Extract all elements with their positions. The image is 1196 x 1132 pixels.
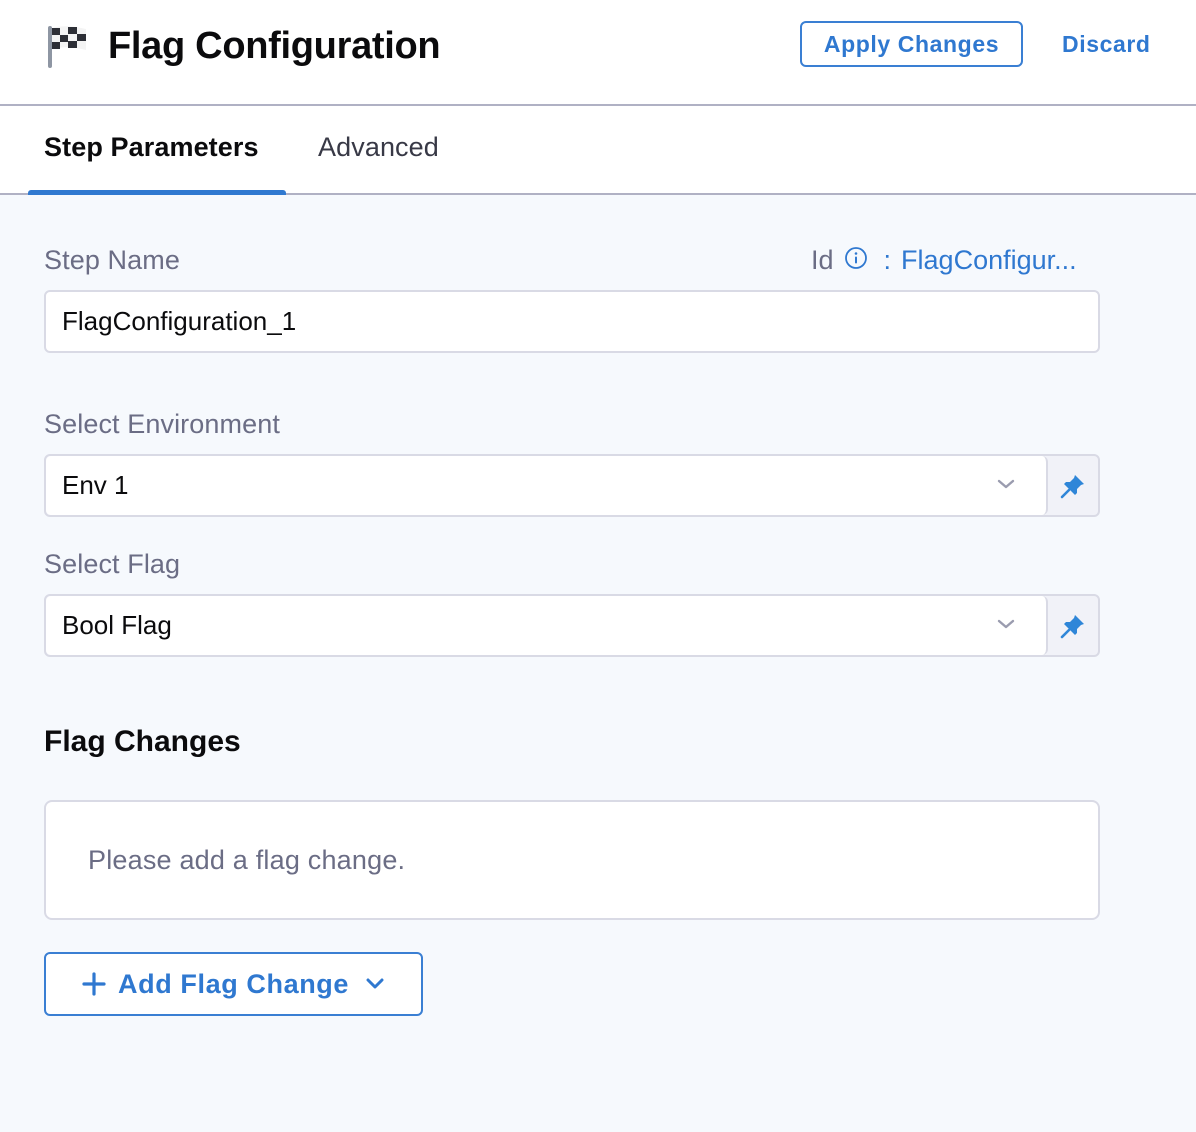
apply-changes-button[interactable]: Apply Changes [800,21,1023,67]
environment-select-group: Env 1 [44,454,1100,517]
step-parameters-panel: Step Name Id : FlagConfigur... FlagConfi… [0,195,1196,1132]
environment-select-value: Env 1 [62,470,129,500]
tab-bar: Step Parameters Advanced [0,106,1196,195]
step-name-value: FlagConfiguration_1 [62,306,297,336]
step-id-value[interactable]: FlagConfigur... [901,245,1077,276]
flag-select-group: Bool Flag [44,594,1100,657]
flag-select[interactable]: Bool Flag [46,596,1048,655]
tab-step-parameters[interactable]: Step Parameters [44,132,259,163]
pin-icon [1060,474,1084,498]
add-flag-change-button[interactable]: Add Flag Change [44,952,423,1016]
id-separator: : [883,245,892,275]
chevron-down-icon [997,479,1015,489]
tab-advanced[interactable]: Advanced [318,132,439,163]
flag-changes-empty-state: Please add a flag change. [44,800,1100,920]
select-environment-label: Select Environment [44,409,280,439]
pin-flag-button[interactable] [1048,596,1098,655]
title-wrap: Flag Configuration [46,22,441,70]
step-id-row: Id : FlagConfigur... [811,245,1077,276]
plus-icon [82,972,106,996]
page-title: Flag Configuration [108,24,441,67]
chevron-down-icon [366,978,384,989]
page-header: Flag Configuration Apply Changes Discard [0,0,1196,106]
checkered-flag-icon [48,26,86,68]
pin-environment-button[interactable] [1048,456,1098,515]
info-icon[interactable] [844,246,868,270]
flag-changes-heading: Flag Changes [44,725,241,758]
pin-icon [1060,614,1084,638]
environment-select[interactable]: Env 1 [46,456,1048,515]
chevron-down-icon [997,619,1015,629]
step-name-input[interactable]: FlagConfiguration_1 [44,290,1100,353]
discard-button[interactable]: Discard [1062,26,1151,62]
id-label: Id [811,245,834,275]
empty-state-message: Please add a flag change. [88,844,406,875]
add-flag-change-label: Add Flag Change [118,968,349,999]
select-flag-label: Select Flag [44,549,181,579]
flag-select-value: Bool Flag [62,610,172,640]
step-name-label: Step Name [44,245,180,275]
